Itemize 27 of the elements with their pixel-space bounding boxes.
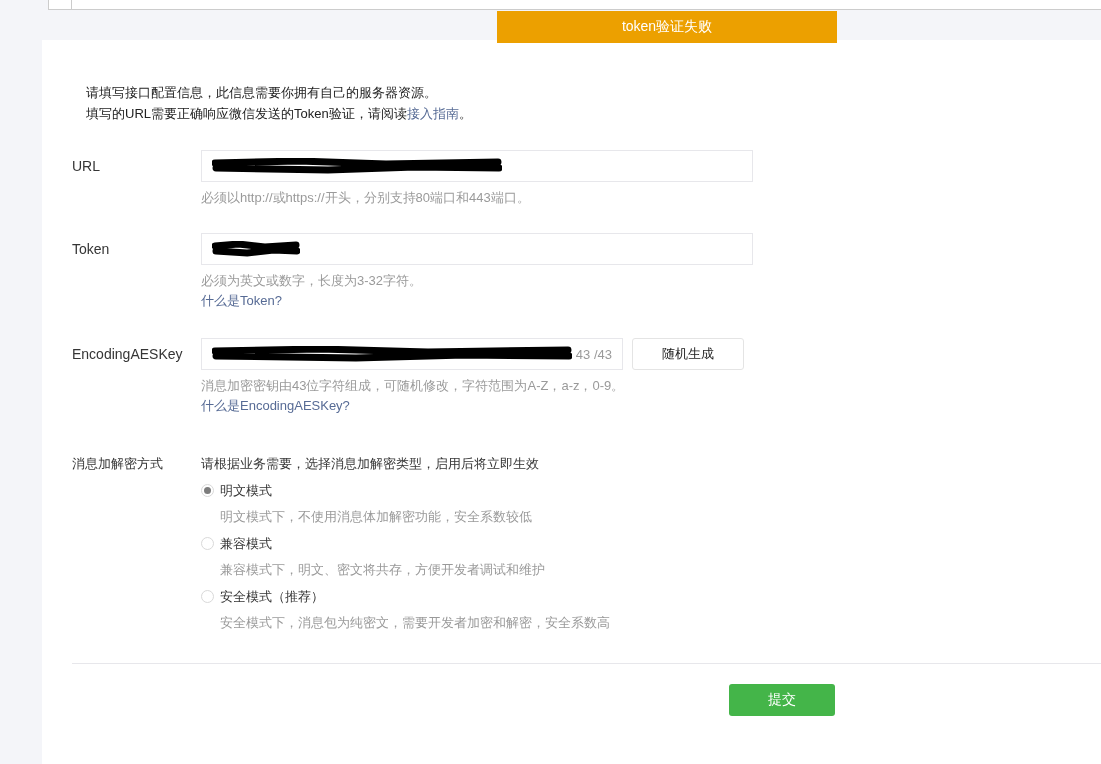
option-description: 兼容模式下，明文、密文将共存，方便开发者调试和维护 [219, 561, 546, 579]
guide-link[interactable]: 接入指南 [406, 106, 459, 121]
radio-button[interactable] [201, 484, 214, 497]
radio-label[interactable]: 明文模式 [220, 481, 272, 500]
radio-label[interactable]: 兼容模式 [220, 534, 272, 553]
field-label: URL [72, 157, 101, 176]
option-description: 安全模式下，消息包为纯密文，需要开发者加密和解密，安全系数高 [219, 614, 610, 632]
hint-text: 必须以http://或https://开头，分别支持80端口和443端口。 [201, 189, 531, 207]
error-toast: token验证失败 [497, 11, 837, 43]
character-counter: 43 /43 [575, 346, 612, 362]
intro-text: 填写的URL需要正确响应微信发送的Token验证，请阅读接入指南。 [86, 105, 472, 123]
input-field[interactable] [201, 233, 753, 265]
radio-label[interactable]: 安全模式（推荐） [220, 587, 324, 606]
intro-text: 请填写接口配置信息，此信息需要你拥有自己的服务器资源。 [86, 84, 437, 102]
field-label: Token [72, 240, 111, 259]
hint-text: 必须为英文或数字，长度为3-32字符。 [201, 272, 424, 290]
input-field[interactable] [201, 150, 753, 182]
radio-button[interactable] [201, 537, 214, 550]
field-label: EncodingAESKey [72, 345, 184, 364]
option-description: 明文模式下，不使用消息体加解密功能，安全系数较低 [219, 508, 533, 526]
radio-button[interactable] [201, 590, 214, 603]
help-link[interactable]: 什么是EncodingAESKey? [201, 395, 350, 417]
field-label: 消息加解密方式 [72, 455, 164, 473]
help-link[interactable]: 什么是Token? [201, 290, 282, 312]
hint-text: 消息加密密钥由43位字符组成，可随机修改，字符范围为A-Z，a-z，0-9。 [201, 377, 626, 395]
generate-button[interactable]: 随机生成 [632, 338, 744, 370]
section-description: 请根据业务需要，选择消息加解密类型，启用后将立即生效 [201, 455, 540, 473]
